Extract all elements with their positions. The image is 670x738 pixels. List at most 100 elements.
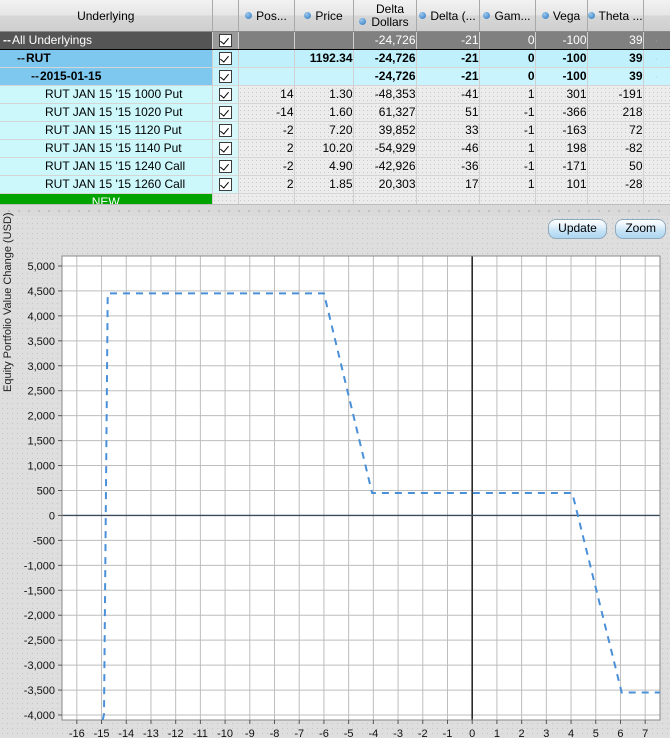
column-header-delta[interactable]: Delta (... bbox=[416, 0, 480, 32]
cell-underlying[interactable]: RUT JAN 15 '15 1260 Call bbox=[0, 175, 213, 194]
cell-underlying[interactable]: --All Underlyings bbox=[0, 31, 213, 50]
cell-theta[interactable]: 72 bbox=[587, 121, 644, 140]
cell-gamma[interactable]: -1 bbox=[479, 103, 536, 122]
cell-price[interactable]: 1.85 bbox=[294, 175, 354, 194]
cell-delta[interactable]: -21 bbox=[416, 49, 480, 68]
cell-price[interactable]: 10.20 bbox=[294, 139, 354, 158]
cell-position[interactable]: 2 bbox=[238, 175, 295, 194]
column-header-vega[interactable]: Vega bbox=[535, 0, 588, 32]
column-header-price[interactable]: Price bbox=[294, 0, 354, 32]
table-row[interactable]: RUT JAN 15 '15 1020 Put -14 1.60 61,327 51 -1… bbox=[0, 103, 670, 122]
cell-theta[interactable]: 50 bbox=[587, 157, 644, 176]
table-row[interactable]: RUT JAN 15 '15 1260 Call 2 1.85 20,303 17 1 10… bbox=[0, 175, 670, 194]
cell-theta[interactable]: 39 bbox=[587, 31, 644, 50]
cell-position[interactable]: 2 bbox=[238, 139, 295, 158]
cell-delta-dollars[interactable]: -24,726 bbox=[353, 67, 417, 86]
cell-underlying[interactable]: RUT JAN 15 '15 1000 Put bbox=[0, 85, 213, 104]
cell-delta-dollars[interactable]: 20,303 bbox=[353, 175, 417, 194]
column-header-position[interactable]: Pos... bbox=[238, 0, 295, 32]
cell-checkbox[interactable] bbox=[212, 85, 239, 104]
cell-gamma[interactable]: 0 bbox=[479, 67, 536, 86]
cell-delta-dollars[interactable]: -48,353 bbox=[353, 85, 417, 104]
cell-theta[interactable]: -191 bbox=[587, 85, 644, 104]
cell-vega[interactable]: 301 bbox=[535, 85, 588, 104]
update-button[interactable]: Update bbox=[548, 219, 607, 239]
cell-position[interactable]: -14 bbox=[238, 103, 295, 122]
row-checkbox[interactable] bbox=[218, 160, 232, 174]
cell-delta-dollars[interactable]: 39,852 bbox=[353, 121, 417, 140]
cell-gamma[interactable]: -1 bbox=[479, 157, 536, 176]
table-row[interactable]: RUT JAN 15 '15 1120 Put -2 7.20 39,852 33 -1-… bbox=[0, 121, 670, 140]
cell-price[interactable]: 1192.34 bbox=[294, 49, 354, 68]
row-checkbox[interactable] bbox=[218, 88, 232, 102]
cell-vega[interactable]: 101 bbox=[535, 175, 588, 194]
cell-underlying[interactable]: --RUT bbox=[0, 49, 213, 68]
cell-checkbox[interactable] bbox=[212, 121, 239, 140]
table-row[interactable]: RUT JAN 15 '15 1240 Call -2 4.90 -42,926 -36… bbox=[0, 157, 670, 176]
row-checkbox[interactable] bbox=[218, 34, 232, 48]
cell-checkbox[interactable] bbox=[212, 67, 239, 86]
cell-theta[interactable]: 218 bbox=[587, 103, 644, 122]
cell-position[interactable] bbox=[238, 31, 295, 50]
row-checkbox[interactable] bbox=[218, 124, 232, 138]
cell-delta-dollars[interactable]: -24,726 bbox=[353, 49, 417, 68]
tree-expander-icon[interactable]: -- bbox=[3, 32, 12, 49]
cell-vega[interactable]: 198 bbox=[535, 139, 588, 158]
cell-delta-dollars[interactable]: -24,726 bbox=[353, 31, 417, 50]
cell-theta[interactable]: -82 bbox=[587, 139, 644, 158]
cell-price[interactable]: 4.90 bbox=[294, 157, 354, 176]
cell-theta[interactable]: -28 bbox=[587, 175, 644, 194]
cell-delta[interactable]: 17 bbox=[416, 175, 480, 194]
cell-price[interactable]: 1.60 bbox=[294, 103, 354, 122]
cell-vega[interactable]: -366 bbox=[535, 103, 588, 122]
cell-delta[interactable]: -46 bbox=[416, 139, 480, 158]
cell-price[interactable]: 1.30 bbox=[294, 85, 354, 104]
cell-checkbox[interactable] bbox=[212, 49, 239, 68]
cell-position[interactable] bbox=[238, 67, 295, 86]
row-checkbox[interactable] bbox=[218, 52, 232, 66]
cell-delta[interactable]: 51 bbox=[416, 103, 480, 122]
cell-checkbox[interactable] bbox=[212, 157, 239, 176]
cell-price[interactable] bbox=[294, 67, 354, 86]
row-checkbox[interactable] bbox=[218, 70, 232, 84]
row-checkbox[interactable] bbox=[218, 106, 232, 120]
cell-theta[interactable]: 39 bbox=[587, 49, 644, 68]
column-header-gamma[interactable]: Gam... bbox=[479, 0, 536, 32]
cell-gamma[interactable]: 1 bbox=[479, 85, 536, 104]
table-row[interactable]: RUT JAN 15 '15 1000 Put 14 1.30 -48,353 -41 1… bbox=[0, 85, 670, 104]
cell-vega[interactable]: -163 bbox=[535, 121, 588, 140]
cell-underlying[interactable]: RUT JAN 15 '15 1020 Put bbox=[0, 103, 213, 122]
cell-delta-dollars[interactable]: 61,327 bbox=[353, 103, 417, 122]
cell-gamma[interactable]: 1 bbox=[479, 175, 536, 194]
column-header-delta-dollars[interactable]: Delta Dollars bbox=[353, 0, 417, 32]
tree-expander-icon[interactable]: -- bbox=[17, 50, 26, 67]
tree-expander-icon[interactable]: -- bbox=[31, 68, 40, 85]
cell-theta[interactable]: 39 bbox=[587, 67, 644, 86]
cell-checkbox[interactable] bbox=[212, 139, 239, 158]
table-row[interactable]: --RUT 1192.34 -24,726 -21 0 -100 39 bbox=[0, 49, 670, 68]
column-header-theta[interactable]: Theta ... bbox=[587, 0, 644, 32]
table-row[interactable]: RUT JAN 15 '15 1140 Put 2 10.20 -54,929 -46 1… bbox=[0, 139, 670, 158]
column-header-underlying[interactable]: Underlying bbox=[0, 0, 213, 32]
cell-gamma[interactable]: 0 bbox=[479, 49, 536, 68]
cell-gamma[interactable]: -1 bbox=[479, 121, 536, 140]
column-header-checkbox[interactable] bbox=[212, 0, 239, 32]
zoom-button[interactable]: Zoom bbox=[615, 219, 666, 239]
cell-price[interactable]: 7.20 bbox=[294, 121, 354, 140]
cell-position[interactable]: -2 bbox=[238, 157, 295, 176]
cell-price[interactable] bbox=[294, 31, 354, 50]
payoff-chart-svg[interactable]: 5,000 4,500 4,000 3,500 3,000 2,500 2,000 1,500… bbox=[0, 242, 670, 738]
cell-vega[interactable]: -171 bbox=[535, 157, 588, 176]
cell-underlying[interactable]: --2015-01-15 bbox=[0, 67, 213, 86]
cell-delta-dollars[interactable]: -54,929 bbox=[353, 139, 417, 158]
cell-checkbox[interactable] bbox=[212, 175, 239, 194]
cell-delta[interactable]: -41 bbox=[416, 85, 480, 104]
cell-delta[interactable]: -36 bbox=[416, 157, 480, 176]
cell-vega[interactable]: -100 bbox=[535, 67, 588, 86]
table-row[interactable]: --All Underlyings -24,726 -21 0 -100 39 bbox=[0, 31, 670, 50]
row-checkbox[interactable] bbox=[218, 142, 232, 156]
cell-checkbox[interactable] bbox=[212, 31, 239, 50]
cell-position[interactable] bbox=[238, 49, 295, 68]
cell-underlying[interactable]: RUT JAN 15 '15 1140 Put bbox=[0, 139, 213, 158]
cell-gamma[interactable]: 0 bbox=[479, 31, 536, 50]
